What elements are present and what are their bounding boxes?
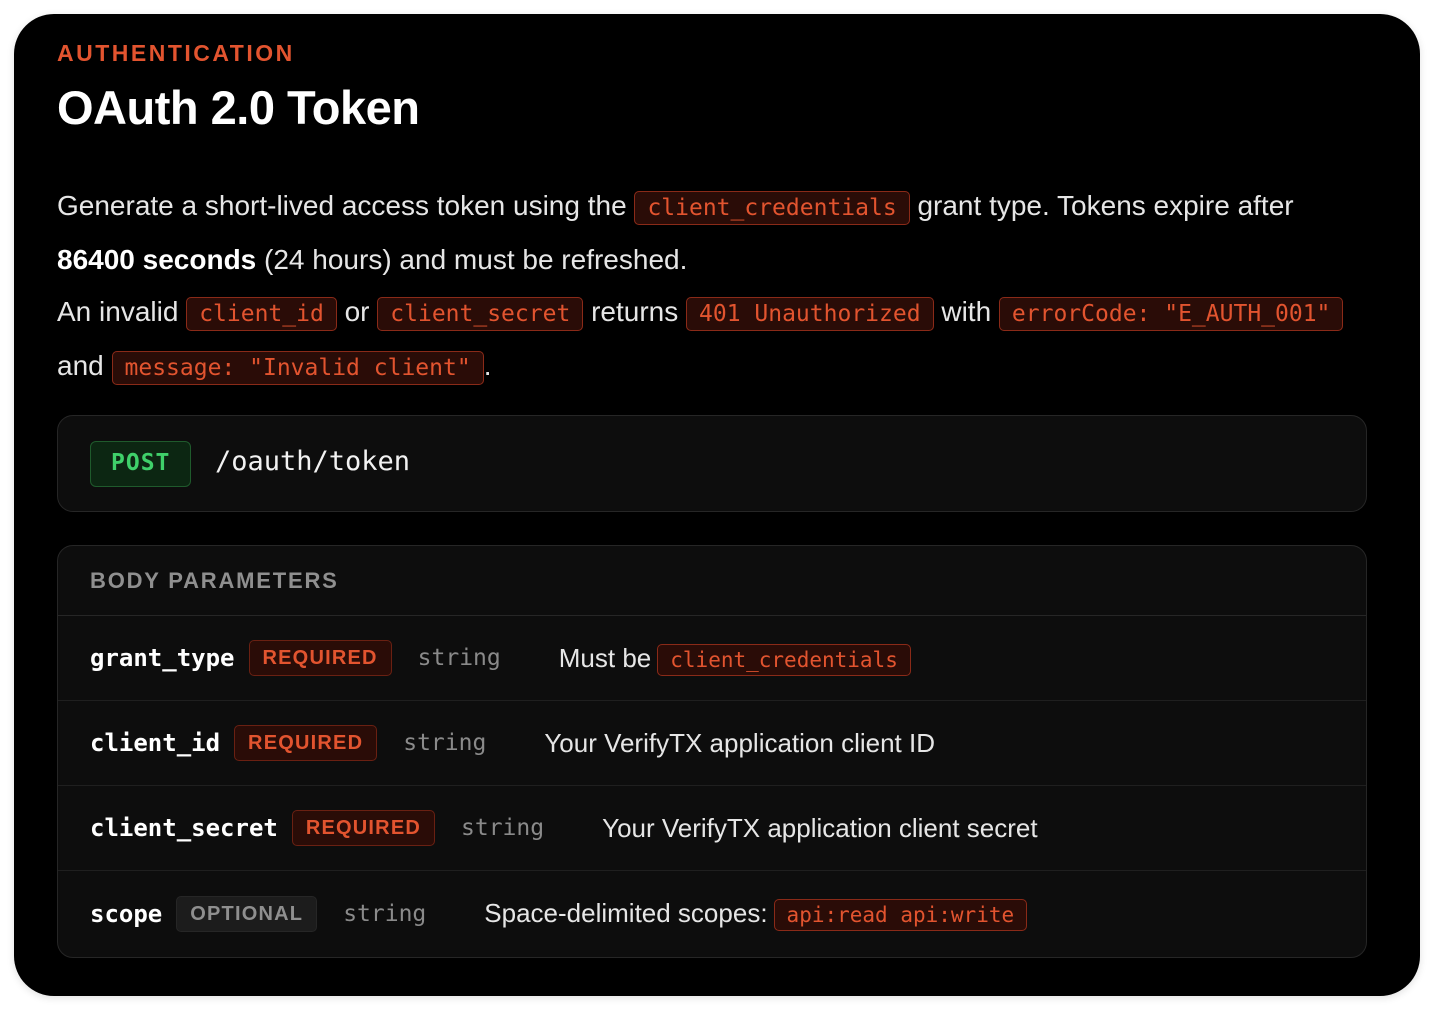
optional-badge: OPTIONAL — [176, 895, 318, 932]
inline-code: message: "Invalid client" — [111, 351, 484, 385]
http-method-badge: POST — [90, 441, 192, 487]
inline-code: api:read api:write — [773, 899, 1028, 931]
inline-code: errorCode: "E_AUTH_001" — [998, 297, 1344, 331]
param-description: Must be client_credentials — [558, 642, 911, 676]
param-description: Space-delimited scopes: api:read api:writ… — [484, 898, 1028, 931]
desc-text: . — [483, 350, 492, 381]
param-name: client_id — [90, 729, 221, 757]
param-type: string — [343, 900, 427, 927]
required-badge: REQUIRED — [234, 725, 378, 761]
desc-text: An invalid — [57, 296, 187, 327]
param-desc-text: Must be — [558, 642, 652, 673]
desc-bold: 86400 seconds — [57, 244, 257, 275]
section-label: AUTHENTICATION — [57, 40, 295, 66]
body-parameters-table: BODY PARAMETERS grant_type REQUIRED stri… — [57, 545, 1367, 958]
description: Generate a short-lived access token usin… — [57, 180, 1357, 394]
param-row: client_id REQUIRED string Your VerifyTX … — [58, 701, 1366, 786]
param-name: grant_type — [90, 644, 235, 672]
param-type: string — [417, 645, 501, 671]
inline-code: client_credentials — [657, 643, 911, 676]
param-row: scope OPTIONAL string Space-delimited sc… — [58, 871, 1366, 956]
param-desc-text: Space-delimited scopes: — [484, 898, 768, 928]
required-badge: REQUIRED — [248, 640, 392, 676]
param-name: scope — [90, 899, 163, 928]
param-type: string — [461, 815, 545, 841]
desc-text: and — [57, 350, 112, 381]
param-name: client_secret — [90, 814, 278, 842]
params-heading: BODY PARAMETERS — [58, 546, 1366, 616]
required-badge: REQUIRED — [291, 810, 436, 846]
param-description: Your VerifyTX application client ID — [544, 727, 935, 758]
desc-text: Generate a short-lived access token usin… — [57, 190, 635, 221]
inline-code: client_credentials — [634, 191, 910, 225]
oauth-token-card: AUTHENTICATION OAuth 2.0 Token Generate … — [14, 14, 1420, 996]
inline-code: client_secret — [377, 297, 584, 331]
endpoint-box: POST /oauth/token — [57, 415, 1367, 512]
desc-text: grant type. Tokens expire after — [909, 190, 1294, 221]
desc-text: returns — [583, 296, 686, 327]
param-description: Your VerifyTX application client secret — [602, 812, 1038, 843]
param-type: string — [403, 730, 487, 756]
page-title: OAuth 2.0 Token — [57, 81, 420, 134]
desc-text: with — [933, 296, 999, 327]
desc-text: or — [336, 296, 378, 327]
desc-text: (24 hours) and must be refreshed. — [256, 244, 688, 275]
param-row: grant_type REQUIRED string Must be client… — [58, 616, 1366, 701]
inline-code: client_id — [186, 297, 337, 331]
param-row: client_secret REQUIRED string Your Verif… — [58, 786, 1366, 871]
inline-code: 401 Unauthorized — [686, 297, 934, 331]
endpoint-path: /oauth/token — [215, 446, 411, 477]
